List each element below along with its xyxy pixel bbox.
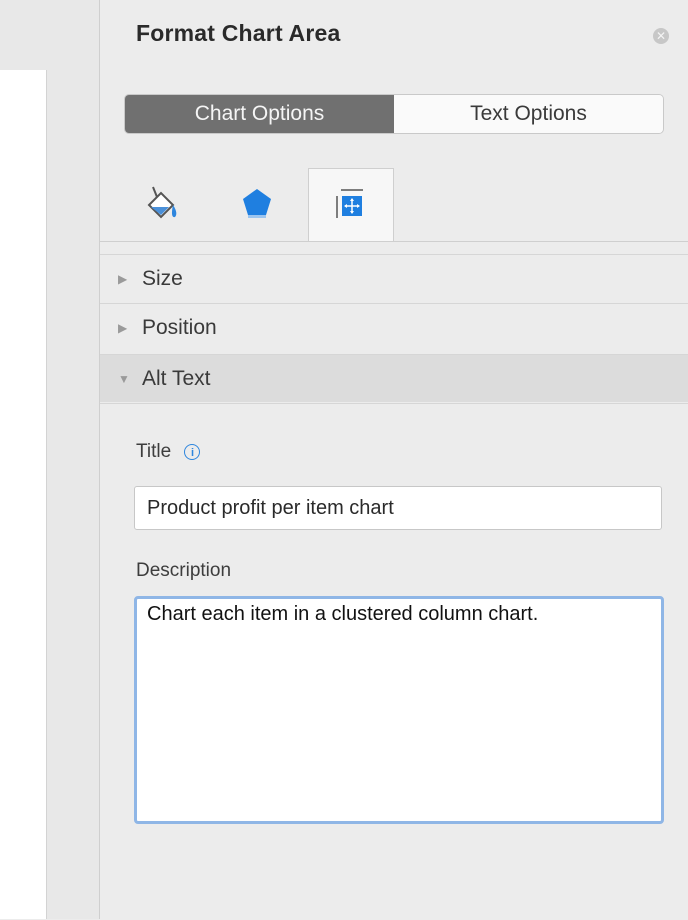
size-section-header[interactable]: ▶ Size (100, 254, 688, 302)
position-section-header[interactable]: ▶ Position (100, 303, 688, 351)
fill-line-icon (147, 186, 177, 219)
size-properties-tab[interactable] (308, 168, 394, 242)
alt-text-section-label: Alt Text (142, 366, 211, 390)
options-segmented-control: Chart Options Text Options (124, 94, 664, 134)
title-input[interactable]: Product profit per item chart (134, 486, 662, 530)
alt-text-section-header[interactable]: ▼ Alt Text (100, 354, 688, 402)
chart-options-tab[interactable]: Chart Options (125, 95, 394, 133)
text-options-tab[interactable]: Text Options (394, 95, 663, 133)
collapsed-triangle-icon: ▶ (118, 320, 128, 335)
document-page (0, 70, 47, 919)
title-label: Title (136, 441, 172, 462)
size-section-label: Size (142, 266, 183, 290)
fill-line-tab[interactable] (136, 178, 186, 228)
size-properties-icon (336, 188, 363, 218)
info-icon[interactable]: i (184, 444, 201, 460)
description-textarea[interactable]: Chart each item in a clustered column ch… (134, 596, 664, 824)
title-label-row: Title i (136, 441, 201, 463)
expanded-triangle-icon: ▼ (118, 371, 130, 386)
pane-title: Format Chart Area (136, 20, 341, 46)
collapsed-triangle-icon: ▶ (118, 271, 128, 286)
effects-pentagon-icon (243, 189, 271, 218)
effects-tab[interactable] (232, 178, 282, 228)
close-icon[interactable]: ✕ (653, 28, 669, 44)
description-label: Description (136, 560, 232, 581)
format-chart-area-pane: Format Chart Area ✕ Chart Options Text O… (100, 0, 688, 920)
tab-divider (100, 241, 688, 242)
document-area (0, 0, 100, 919)
position-section-label: Position (142, 315, 217, 339)
